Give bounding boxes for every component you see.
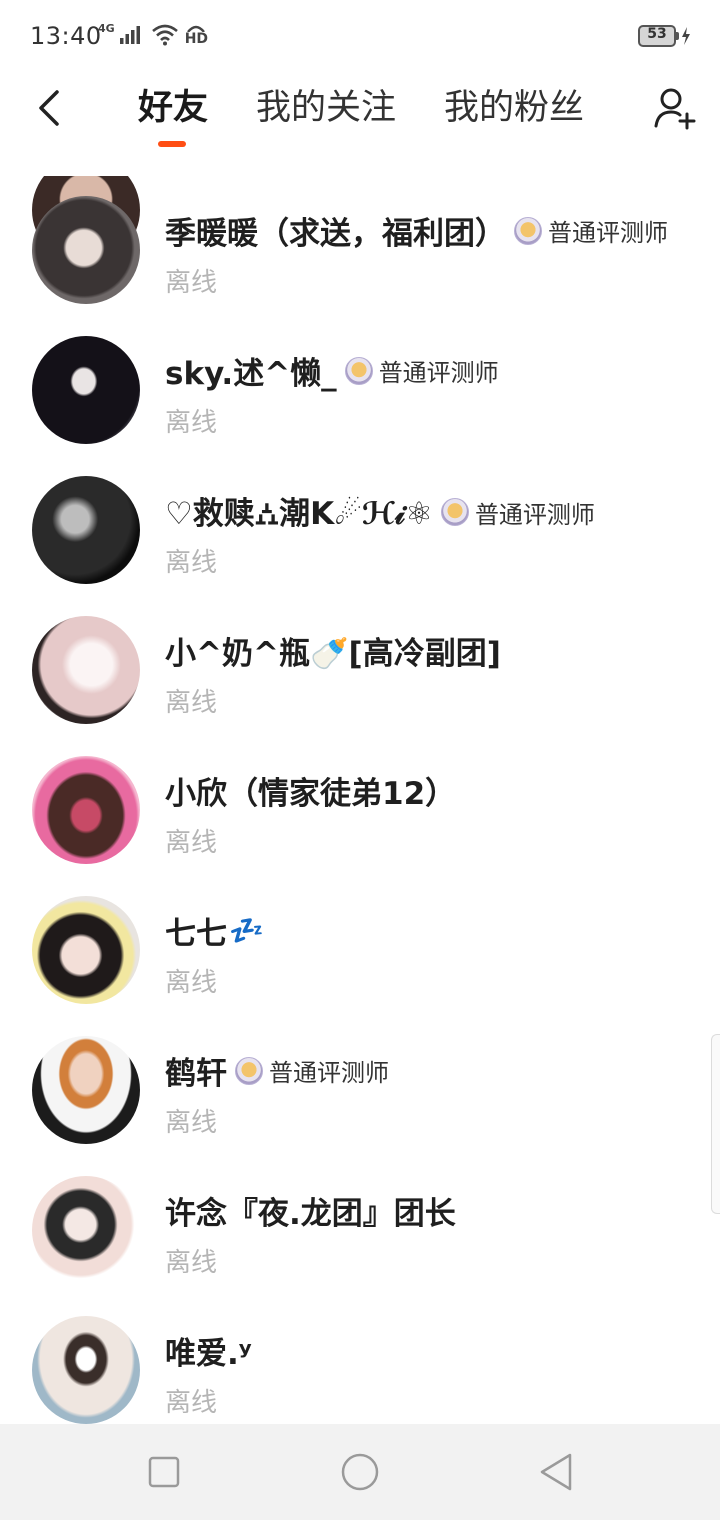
list-item[interactable]: 小欣（情家徒弟12） 离线 — [0, 736, 720, 876]
header: 好友 我的关注 我的粉丝 — [0, 72, 720, 152]
triangle-back-icon — [540, 1453, 572, 1491]
reviewer-badge-icon — [344, 356, 373, 385]
online-status: 离线 — [165, 1388, 218, 1418]
tab-fans[interactable]: 我的粉丝 — [444, 80, 584, 136]
charging-icon — [682, 27, 690, 45]
list-item[interactable]: 季暖暖（求送，福利团） 普通评测师 离线 — [0, 176, 720, 316]
online-status: 离线 — [165, 1248, 218, 1278]
reviewer-badge: 普通评测师 — [344, 353, 499, 388]
reviewer-badge-icon — [235, 1056, 263, 1085]
reviewer-badge: 普通评测师 — [514, 213, 668, 248]
friend-name: ♡救赎⛼潮K☄ℋ𝒾⚛ — [165, 496, 433, 532]
status-bar: 13:40 4G HD 53 — [0, 0, 720, 72]
reviewer-badge-icon — [514, 216, 542, 245]
home-button[interactable] — [338, 1450, 382, 1494]
back-arrow-icon — [39, 90, 59, 126]
list-item[interactable]: 七七 💤 离线 — [0, 876, 720, 1016]
friend-name: 鹤轩 — [165, 1056, 227, 1092]
reviewer-badge-icon — [440, 498, 469, 526]
avatar[interactable] — [32, 1316, 140, 1424]
avatar[interactable] — [32, 756, 140, 864]
avatar[interactable] — [32, 1036, 140, 1144]
status-time: 13:40 — [30, 22, 102, 50]
back-nav-button[interactable] — [534, 1450, 578, 1494]
side-scroll-handle[interactable] — [711, 1034, 720, 1214]
reviewer-badge: 普通评测师 — [235, 1053, 389, 1088]
active-tab-indicator — [158, 141, 186, 147]
status-icons: 4G HD — [98, 21, 208, 47]
badge-label: 普通评测师 — [474, 500, 595, 529]
system-nav-bar — [0, 1424, 720, 1520]
avatar[interactable] — [32, 336, 140, 444]
friend-name: 唯爱.ʸ — [165, 1336, 252, 1372]
friend-name: 七七 — [165, 916, 227, 952]
online-status: 离线 — [165, 408, 218, 438]
back-button[interactable] — [24, 80, 74, 136]
friend-name: 许念『夜.龙团』团长 — [165, 1196, 456, 1232]
friend-name: 小欣（情家徒弟12） — [165, 776, 457, 812]
avatar[interactable] — [32, 196, 140, 304]
reviewer-badge: 普通评测师 — [440, 495, 595, 530]
avatar[interactable] — [32, 896, 140, 1004]
circle-icon — [341, 1453, 379, 1491]
battery-indicator: 53 — [638, 25, 690, 47]
sleep-emoji: 💤 — [229, 914, 264, 947]
friend-name: 季暖暖（求送，福利团） — [165, 216, 506, 252]
avatar[interactable] — [32, 1176, 140, 1284]
square-icon — [148, 1456, 180, 1488]
recent-apps-button[interactable] — [142, 1450, 186, 1494]
hd-voice-icon: HD — [185, 24, 208, 46]
network-type-label: 4G — [98, 21, 115, 35]
add-user-icon — [654, 88, 696, 130]
list-item[interactable]: ♡救赎⛼潮K☄ℋ𝒾⚛ 普通评测师 离线 — [0, 456, 720, 596]
list-item[interactable]: 许念『夜.龙团』团长 离线 — [0, 1156, 720, 1296]
online-status: 离线 — [165, 1108, 218, 1138]
online-status: 离线 — [165, 828, 218, 858]
friend-name: 小^奶^瓶🍼[高冷副团] — [165, 636, 501, 672]
avatar[interactable] — [32, 476, 140, 584]
online-status: 离线 — [165, 968, 218, 998]
friend-list[interactable]: 季暖暖（求送，福利团） 普通评测师 离线 sky.述^懒_ 普通评测师 离线 ♡… — [0, 176, 720, 1424]
badge-label: 普通评测师 — [378, 359, 499, 387]
list-item[interactable]: 鹤轩 普通评测师 离线 — [0, 1016, 720, 1156]
tab-friends[interactable]: 好友 — [138, 80, 208, 136]
online-status: 离线 — [165, 268, 218, 298]
badge-label: 普通评测师 — [269, 1059, 389, 1087]
friend-name: sky.述^懒_ — [165, 356, 337, 392]
avatar[interactable] — [32, 616, 140, 724]
list-item[interactable]: 唯爱.ʸ 离线 — [0, 1296, 720, 1424]
online-status: 离线 — [165, 688, 218, 718]
battery-level: 53 — [647, 26, 667, 42]
hd-label: HD — [184, 31, 209, 47]
list-item[interactable]: 小^奶^瓶🍼[高冷副团] 离线 — [0, 596, 720, 736]
add-friend-button[interactable] — [645, 78, 705, 138]
tab-following[interactable]: 我的关注 — [256, 80, 396, 136]
wifi-icon — [151, 24, 178, 46]
online-status: 离线 — [165, 548, 218, 578]
signal-icon — [119, 26, 140, 44]
list-item[interactable]: sky.述^懒_ 普通评测师 离线 — [0, 316, 720, 456]
badge-label: 普通评测师 — [548, 219, 668, 247]
